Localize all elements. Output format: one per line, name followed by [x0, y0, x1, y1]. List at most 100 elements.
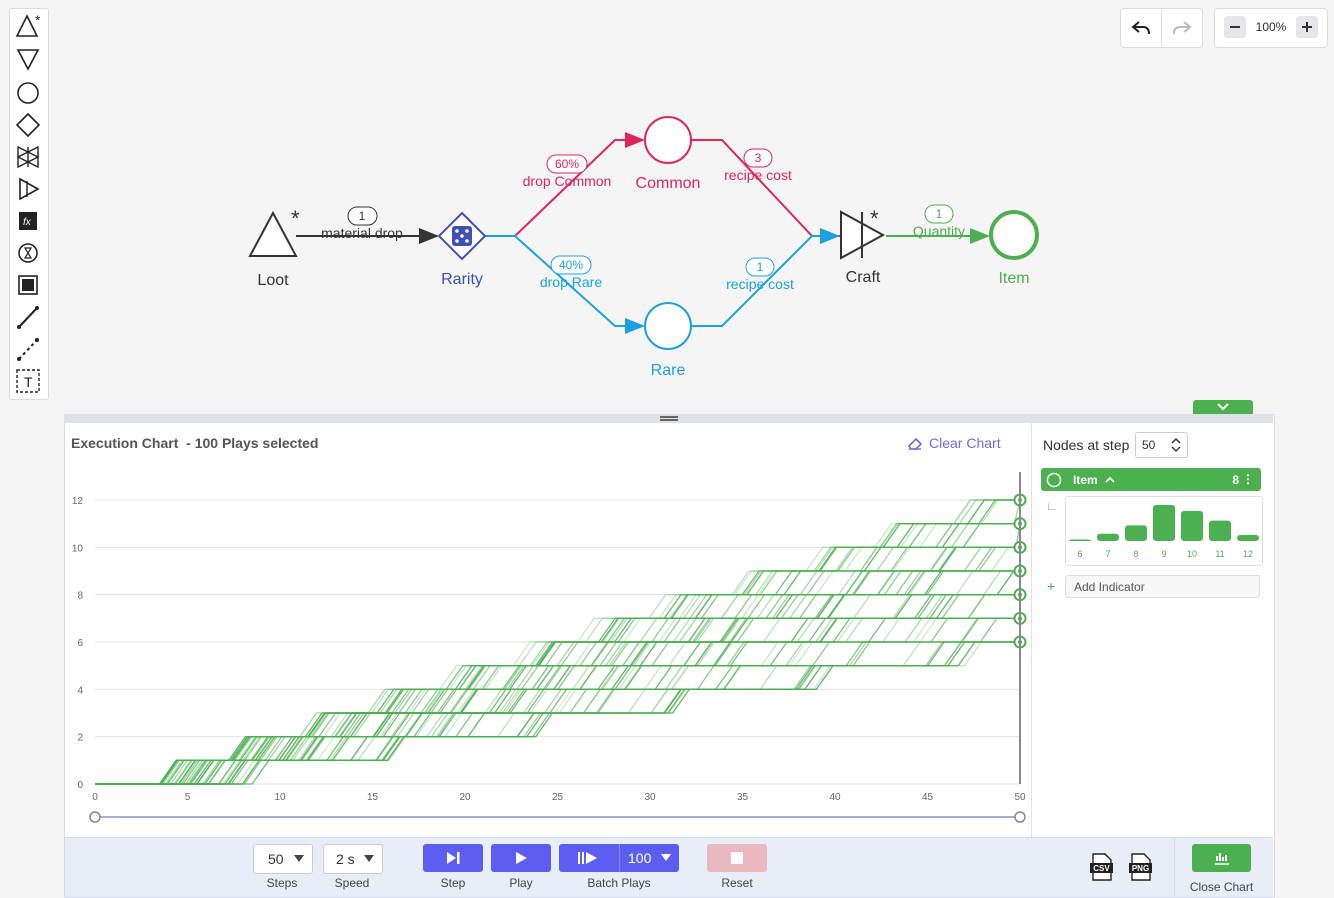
x-tick-label: 30: [644, 792, 656, 803]
item-histogram: 6 7 8 9 10 11 12: [1065, 496, 1263, 566]
steps-select[interactable]: 50: [253, 844, 313, 874]
drain-tool-icon[interactable]: [13, 44, 45, 74]
histogram-label: 6: [1077, 549, 1082, 559]
craft-asterisk-icon: *: [870, 206, 879, 231]
node-item-label: Item: [998, 270, 1029, 287]
histogram-bar: [1181, 511, 1203, 541]
batch-count-value[interactable]: 100: [628, 850, 651, 866]
batch-plays-label: Batch Plays: [587, 876, 651, 890]
add-indicator-placeholder: Add Indicator: [1074, 579, 1145, 594]
play-button[interactable]: [491, 844, 551, 872]
node-rare-label: Rare: [651, 362, 686, 379]
pool-tool-icon[interactable]: [13, 78, 45, 108]
node-common[interactable]: Common: [636, 116, 701, 192]
step-number-input[interactable]: 50: [1135, 432, 1188, 458]
series-line: [95, 523, 1020, 785]
edge-label-drop-common: 60% drop Common: [523, 154, 611, 189]
range-slider-start-handle[interactable]: [89, 811, 101, 823]
undo-button[interactable]: [1121, 10, 1162, 46]
close-chart-button[interactable]: [1192, 844, 1251, 872]
y-axis-ticks: 0 2 4 6 8 10 12: [72, 496, 84, 791]
x-tick-label: 10: [274, 792, 286, 803]
speed-select[interactable]: 2 s: [323, 844, 383, 874]
material-drop-value: 1: [359, 209, 366, 223]
x-tick-label: 45: [922, 792, 934, 803]
histogram-bar: [1237, 535, 1259, 541]
x-tick-label: 40: [829, 792, 841, 803]
diagram-canvas[interactable]: 1 material drop 60% drop Common 40% drop…: [0, 0, 1334, 410]
clear-chart-button[interactable]: Clear Chart: [907, 435, 1001, 451]
dropdown-arrow-icon[interactable]: [661, 854, 671, 861]
quantity-value: 1: [936, 207, 943, 221]
png-export-icon[interactable]: PNG: [1129, 853, 1153, 881]
chevron-up-icon[interactable]: [1105, 476, 1115, 484]
batch-plays-button[interactable]: 100: [559, 844, 679, 872]
histogram-label: 8: [1133, 549, 1138, 559]
recipe-cost-rare-value: 1: [757, 260, 764, 274]
zoom-out-button[interactable]: [1224, 16, 1246, 38]
undo-icon: [1131, 21, 1150, 35]
x-tick-label: 15: [367, 792, 379, 803]
execution-chart[interactable]: 0 5 10 15 20 25 30 35 40 45 50 0 2 4 6 8 10 12: [64, 460, 1031, 835]
histogram-label: 10: [1187, 549, 1197, 559]
panel-resize-handle[interactable]: [64, 414, 1273, 423]
step-label: Step: [440, 876, 466, 890]
text-label-icon[interactable]: T: [13, 366, 45, 396]
series-line: [95, 523, 1021, 785]
chevron-down-icon: [1217, 403, 1229, 411]
series-line: [95, 523, 1020, 785]
edge-label-drop-rare: 40% drop Rare: [540, 255, 602, 290]
series-line: [95, 523, 1020, 785]
delay-tool-icon[interactable]: [13, 238, 45, 268]
source-tool-icon[interactable]: *: [13, 11, 45, 41]
drop-rare-value: 40%: [559, 258, 583, 272]
register-tool-icon[interactable]: fx: [13, 206, 45, 236]
node-common-label: Common: [636, 175, 701, 192]
csv-export-icon[interactable]: CSV: [1090, 853, 1114, 881]
redo-icon: [1173, 21, 1192, 35]
histogram-bar: [1069, 539, 1091, 541]
zoom-in-button[interactable]: [1296, 16, 1318, 38]
y-tick-label: 12: [72, 496, 84, 507]
y-tick-label: 6: [77, 638, 83, 649]
play-icon: [516, 852, 527, 864]
x-tick-label: 25: [552, 792, 564, 803]
close-chart-label: Close Chart: [1189, 880, 1254, 894]
x-tick-label: 35: [737, 792, 749, 803]
node-rare[interactable]: Rare: [644, 302, 692, 379]
item-node-value: 8: [1232, 473, 1239, 487]
item-node-card-header[interactable]: Item 8 ⋮: [1041, 468, 1261, 491]
redo-button[interactable]: [1162, 10, 1202, 46]
y-tick-label: 8: [77, 591, 83, 602]
chart-title: Execution Chart - 100 Plays selected: [71, 435, 318, 451]
resource-connection-icon[interactable]: [13, 302, 45, 332]
trader-tool-icon[interactable]: [13, 142, 45, 172]
add-indicator-plus-icon[interactable]: +: [1047, 578, 1055, 594]
converter-tool-icon[interactable]: [13, 174, 45, 204]
node-rarity[interactable]: Rarity: [437, 211, 487, 288]
range-slider-end-handle[interactable]: [1014, 811, 1026, 823]
collapse-panel-button[interactable]: [1193, 400, 1253, 414]
clear-chart-label: Clear Chart: [929, 435, 1001, 451]
state-connection-icon[interactable]: [13, 334, 45, 364]
histogram-label: 7: [1105, 549, 1110, 559]
node-loot[interactable]: * Loot: [248, 206, 300, 289]
drop-rare-label: drop Rare: [540, 274, 602, 290]
reset-button[interactable]: [707, 844, 767, 872]
step-button[interactable]: [423, 844, 483, 872]
zoom-level: 100%: [1255, 20, 1287, 34]
node-rarity-label: Rarity: [441, 271, 483, 288]
batch-play-icon: [578, 852, 597, 864]
recipe-cost-common-label: recipe cost: [724, 167, 792, 183]
gate-tool-icon[interactable]: [13, 110, 45, 140]
reset-label: Reset: [721, 876, 753, 890]
x-tick-label: 0: [92, 792, 98, 803]
end-condition-tool-icon[interactable]: [13, 270, 45, 300]
more-options-icon[interactable]: ⋮: [1242, 472, 1254, 486]
add-indicator-input[interactable]: Add Indicator: [1065, 575, 1260, 598]
dropdown-arrow-icon: [294, 855, 304, 862]
node-item[interactable]: Item: [989, 210, 1039, 287]
plus-icon: [1302, 22, 1312, 32]
node-craft[interactable]: * Craft: [840, 206, 886, 286]
histogram-bar: [1097, 533, 1119, 541]
